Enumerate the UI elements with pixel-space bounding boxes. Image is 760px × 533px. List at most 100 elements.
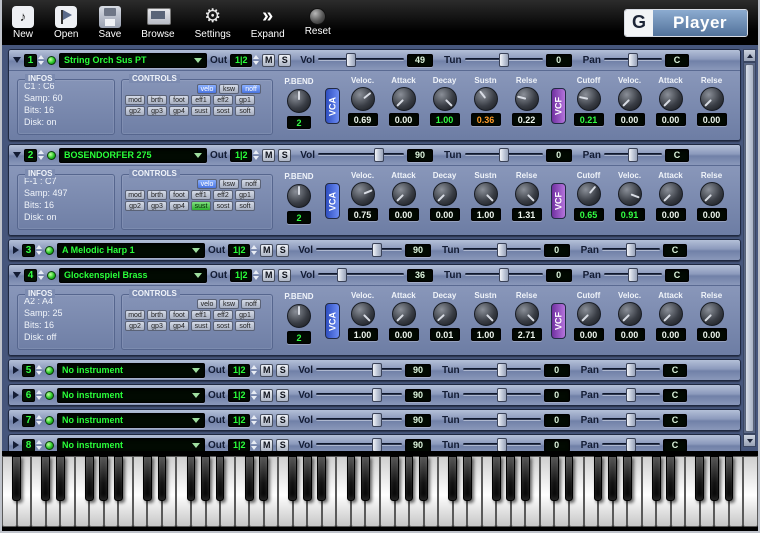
pan-slider[interactable] xyxy=(602,413,660,427)
vcf-knob-veloc[interactable] xyxy=(618,87,642,111)
control-button-eff1[interactable]: eff1 xyxy=(191,310,211,320)
pan-slider[interactable] xyxy=(602,388,660,402)
control-button-velo[interactable]: velo xyxy=(197,179,217,189)
black-key[interactable] xyxy=(695,456,704,501)
vol-slider[interactable] xyxy=(318,53,404,67)
channel-number-stepper[interactable]: 3 xyxy=(22,244,42,257)
vcf-knob-relse[interactable] xyxy=(700,182,724,206)
solo-button[interactable]: S xyxy=(276,414,289,427)
control-button-mod[interactable]: mod xyxy=(125,310,145,320)
slider-handle[interactable] xyxy=(626,363,636,377)
black-key[interactable] xyxy=(521,456,530,501)
control-button-eff2[interactable]: eff2 xyxy=(213,190,233,200)
instrument-select[interactable]: BOSENDORFER 275 xyxy=(59,148,207,163)
vca-knob-attack[interactable] xyxy=(392,87,416,111)
slider-handle[interactable] xyxy=(372,388,382,402)
instrument-select[interactable]: Glockenspiel Brass xyxy=(59,268,207,283)
toolbar-open-button[interactable]: Open xyxy=(54,6,78,40)
toolbar-reset-button[interactable]: Reset xyxy=(305,6,331,40)
slider-handle[interactable] xyxy=(499,148,509,162)
vcf-knob-cutoff[interactable] xyxy=(577,182,601,206)
control-button-gp2[interactable]: gp2 xyxy=(125,106,145,116)
control-button-soft[interactable]: soft xyxy=(235,106,255,116)
collapse-arrow[interactable] xyxy=(13,366,19,374)
black-key[interactable] xyxy=(419,456,428,501)
toolbar-expand-button[interactable]: »Expand xyxy=(251,6,285,40)
vcf-knob-attack[interactable] xyxy=(659,182,683,206)
slider-handle[interactable] xyxy=(346,53,356,67)
solo-button[interactable]: S xyxy=(276,244,289,257)
out-stepper-arrows[interactable] xyxy=(251,244,257,256)
black-key[interactable] xyxy=(99,456,108,501)
out-select[interactable]: 1|2 xyxy=(228,364,257,377)
slider-handle[interactable] xyxy=(497,243,507,257)
scrollbar-thumb[interactable] xyxy=(745,64,754,432)
control-button-brth[interactable]: brth xyxy=(147,310,167,320)
control-button-eff2[interactable]: eff2 xyxy=(213,95,233,105)
collapse-arrow[interactable] xyxy=(13,441,19,449)
control-button-gp1[interactable]: gp1 xyxy=(235,190,255,200)
out-stepper-arrows[interactable] xyxy=(253,149,259,161)
out-select[interactable]: 1|2 xyxy=(230,149,259,162)
collapse-arrow[interactable] xyxy=(13,246,19,254)
out-stepper-arrows[interactable] xyxy=(251,439,257,451)
control-button-foot[interactable]: foot xyxy=(169,95,189,105)
out-select[interactable]: 1|2 xyxy=(228,244,257,257)
black-key[interactable] xyxy=(492,456,501,501)
tun-slider[interactable] xyxy=(465,268,543,282)
vca-knob-relse[interactable] xyxy=(515,87,539,111)
channel-number-arrows[interactable] xyxy=(38,54,44,66)
vol-slider[interactable] xyxy=(316,243,402,257)
tun-slider[interactable] xyxy=(463,243,541,257)
control-button-gp4[interactable]: gp4 xyxy=(169,321,189,331)
control-button-gp2[interactable]: gp2 xyxy=(125,201,145,211)
out-stepper-arrows[interactable] xyxy=(251,364,257,376)
mute-button[interactable]: M xyxy=(262,54,275,67)
out-select[interactable]: 1|2 xyxy=(228,414,257,427)
black-key[interactable] xyxy=(187,456,196,501)
mute-button[interactable]: M xyxy=(260,414,273,427)
vcf-knob-relse[interactable] xyxy=(700,302,724,326)
mute-button[interactable]: M xyxy=(262,149,275,162)
black-key[interactable] xyxy=(506,456,515,501)
vol-slider[interactable] xyxy=(316,413,402,427)
black-key[interactable] xyxy=(463,456,472,501)
tun-slider[interactable] xyxy=(463,413,541,427)
solo-button[interactable]: S xyxy=(278,149,291,162)
control-button-brth[interactable]: brth xyxy=(147,190,167,200)
control-button-foot[interactable]: foot xyxy=(169,190,189,200)
pan-slider[interactable] xyxy=(602,243,660,257)
black-key[interactable] xyxy=(56,456,65,501)
toolbar-new-button[interactable]: ♪New xyxy=(12,6,34,40)
channel-number-arrows[interactable] xyxy=(36,364,42,376)
mute-button[interactable]: M xyxy=(262,269,275,282)
control-button-gp3[interactable]: gp3 xyxy=(147,321,167,331)
mute-button[interactable]: M xyxy=(260,364,273,377)
pan-slider[interactable] xyxy=(604,268,662,282)
control-button-sust[interactable]: sust xyxy=(191,106,211,116)
channel-number-stepper[interactable]: 8 xyxy=(22,439,42,452)
black-key[interactable] xyxy=(405,456,414,501)
control-button-gp2[interactable]: gp2 xyxy=(125,321,145,331)
control-button-brth[interactable]: brth xyxy=(147,95,167,105)
control-button-gp1[interactable]: gp1 xyxy=(235,95,255,105)
vca-knob-decay[interactable] xyxy=(433,87,457,111)
control-button-gp3[interactable]: gp3 xyxy=(147,201,167,211)
scrollbar[interactable] xyxy=(743,49,756,447)
control-button-ksw[interactable]: ksw xyxy=(219,299,239,309)
solo-button[interactable]: S xyxy=(276,439,289,452)
black-key[interactable] xyxy=(143,456,152,501)
vca-knob-veloc[interactable] xyxy=(351,182,375,206)
solo-button[interactable]: S xyxy=(276,364,289,377)
out-stepper-arrows[interactable] xyxy=(253,269,259,281)
control-button-velo[interactable]: velo xyxy=(197,299,217,309)
pan-slider[interactable] xyxy=(604,148,662,162)
control-button-ksw[interactable]: ksw xyxy=(219,84,239,94)
vca-knob-relse[interactable] xyxy=(515,302,539,326)
slider-handle[interactable] xyxy=(497,388,507,402)
control-button-eff1[interactable]: eff1 xyxy=(191,95,211,105)
out-stepper-arrows[interactable] xyxy=(253,54,259,66)
black-key[interactable] xyxy=(245,456,254,501)
vcf-knob-attack[interactable] xyxy=(659,302,683,326)
control-button-foot[interactable]: foot xyxy=(169,310,189,320)
